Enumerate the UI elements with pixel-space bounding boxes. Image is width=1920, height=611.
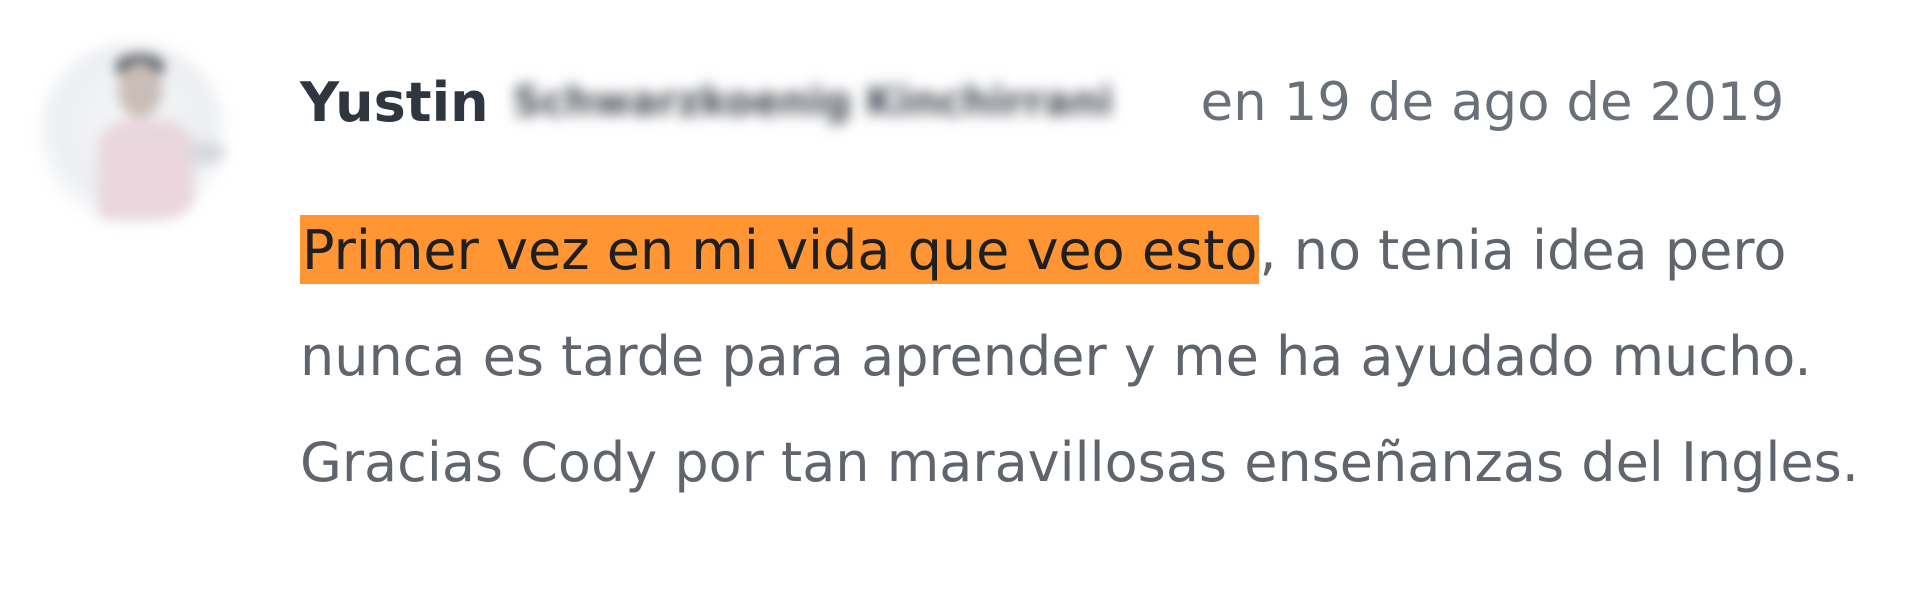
author-name[interactable]: Yustin	[300, 71, 489, 134]
comment-date: en 19 de ago de 2019	[1200, 71, 1785, 133]
comment-header: Yustin Schwarzkoenig Kinchirrani en 19 d…	[300, 62, 1784, 142]
avatar-body	[98, 120, 194, 220]
comment-paragraph: Primer vez en mi vida que veo esto, no t…	[300, 198, 1860, 516]
comment-card: Yustin Schwarzkoenig Kinchirrani en 19 d…	[0, 0, 1920, 611]
avatar[interactable]	[38, 42, 228, 227]
author-surname-blurred: Schwarzkoenig Kinchirrani	[512, 79, 1114, 125]
highlighted-text: Primer vez en mi vida que veo esto	[300, 215, 1260, 284]
avatar-head	[118, 62, 162, 118]
avatar-arm	[188, 142, 224, 164]
comment-body: Primer vez en mi vida que veo esto, no t…	[300, 198, 1860, 516]
